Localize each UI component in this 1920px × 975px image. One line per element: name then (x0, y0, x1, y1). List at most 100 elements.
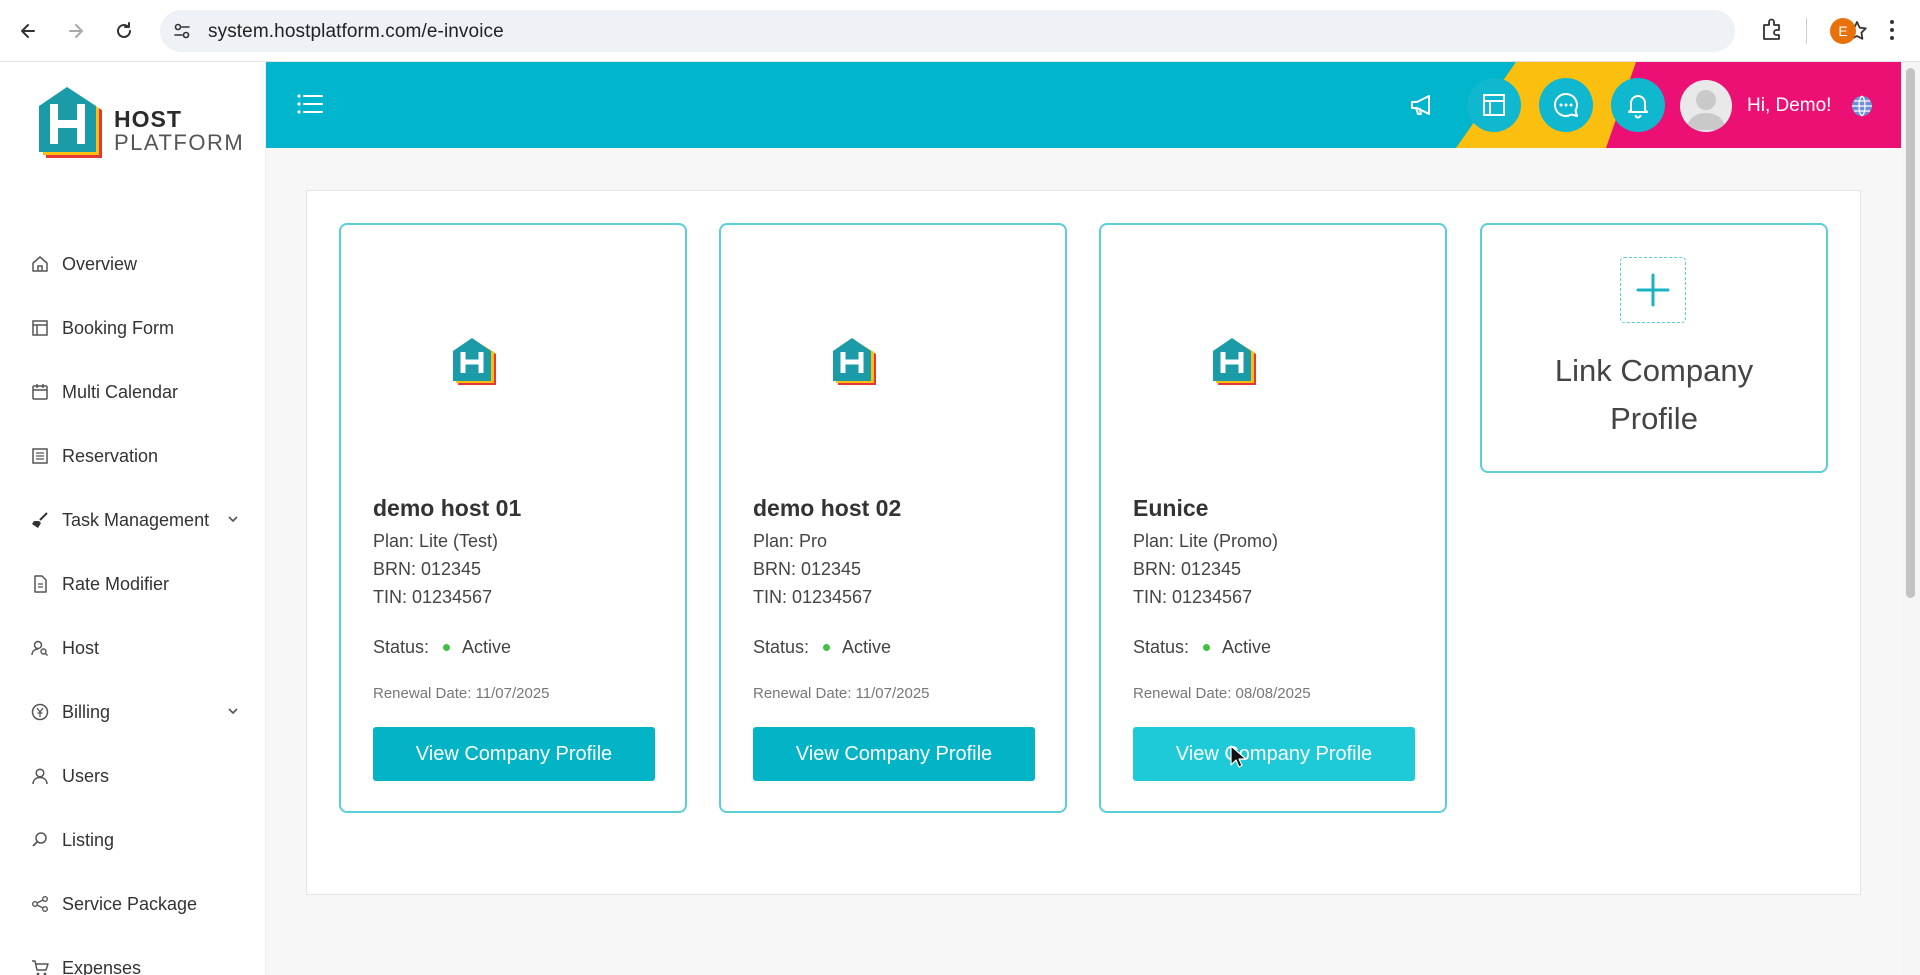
status-row: Status: Active (1133, 637, 1271, 658)
logo-mark-icon (39, 87, 102, 158)
company-name: demo host 02 (753, 495, 902, 521)
main-content: demo host 01 Plan: Lite (Test) BRN: 0123… (266, 148, 1901, 975)
host-platform-logo[interactable]: HOST PLATFORM (36, 86, 243, 164)
company-card: demo host 01 Plan: Lite (Test) BRN: 0123… (339, 223, 687, 813)
company-plan: Plan: Pro (753, 531, 828, 551)
add-company-button[interactable] (1620, 257, 1686, 323)
forward-icon[interactable] (60, 15, 92, 47)
link-company-profile-title: Link Company Profile (1482, 347, 1826, 443)
language-globe-icon[interactable] (1850, 94, 1874, 118)
notification-bell-icon[interactable] (1611, 78, 1665, 132)
company-plan: Plan: Lite (Promo) (1133, 531, 1279, 551)
logo-text-platform: PLATFORM (114, 130, 245, 155)
status-badge: Active (1222, 637, 1272, 657)
company-card: Eunice Plan: Lite (Promo) BRN: 012345 TI… (1099, 223, 1447, 813)
sidebar-item-label: Multi Calendar (62, 381, 179, 402)
company-tin: TIN: 01234567 (1133, 587, 1253, 607)
site-settings-icon[interactable] (172, 21, 192, 41)
sidebar-item-label: Expenses (62, 957, 142, 975)
sidebar-item-label: Listing (62, 829, 115, 850)
sidebar-item-listing[interactable]: Listing (0, 808, 266, 872)
renewal-date: Renewal Date: 11/07/2025 (753, 685, 930, 702)
cart-icon (30, 958, 50, 975)
avatar[interactable] (1680, 80, 1732, 132)
company-card: demo host 02 Plan: Pro BRN: 012345 TIN: … (719, 223, 1067, 813)
chevron-down-icon[interactable] (226, 704, 240, 718)
layout-icon (30, 318, 50, 338)
document-icon (30, 574, 50, 594)
address-bar[interactable]: system.hostplatform.com/e-invoice (160, 10, 1867, 52)
announcement-icon[interactable] (1395, 78, 1449, 132)
list-icon (30, 446, 50, 466)
company-brn: BRN: 012345 (753, 559, 862, 579)
menu-toggle-icon[interactable] (296, 92, 324, 116)
status-badge: Active (462, 637, 512, 657)
status-badge: Active (842, 637, 892, 657)
company-tin: TIN: 01234567 (373, 587, 493, 607)
logo-text-host: HOST (114, 106, 182, 132)
sidebar-item-label: Task Management (62, 509, 210, 530)
home-icon (30, 254, 50, 274)
sidebar-item-host[interactable]: Host (0, 616, 266, 680)
scrollbar-thumb[interactable] (1906, 68, 1915, 598)
sidebar-item-label: Billing (62, 701, 111, 722)
sidebar-nav: Overview Booking Form Multi Calendar Res… (0, 232, 266, 975)
sidebar: HOST PLATFORM Overview Booking Form Mult… (0, 62, 266, 975)
status-label: Status: (373, 637, 430, 657)
status-dot (443, 644, 451, 651)
extensions-icon[interactable] (1758, 16, 1786, 44)
view-company-profile-button[interactable]: View Company Profile (1133, 727, 1415, 781)
booking-layout-icon[interactable] (1467, 78, 1521, 132)
status-dot (823, 644, 831, 651)
link-title-line2: Profile (1610, 401, 1698, 436)
search-icon (30, 830, 50, 850)
company-name: Eunice (1133, 495, 1209, 521)
status-label: Status: (753, 637, 810, 657)
sidebar-item-label: Rate Modifier (62, 573, 170, 594)
view-company-profile-button[interactable]: View Company Profile (373, 727, 655, 781)
sidebar-item-label: Host (62, 637, 100, 658)
browser-toolbar: system.hostplatform.com/e-invoice E (0, 0, 1920, 62)
broom-icon (30, 510, 50, 530)
sidebar-item-users[interactable]: Users (0, 744, 266, 808)
company-tin: TIN: 01234567 (753, 587, 873, 607)
company-brn: BRN: 012345 (1133, 559, 1242, 579)
sidebar-item-booking-form[interactable]: Booking Form (0, 296, 266, 360)
browser-menu-icon[interactable] (1880, 16, 1904, 44)
browser-profile-avatar[interactable]: E (1830, 18, 1856, 44)
sidebar-item-rate-modifier[interactable]: Rate Modifier (0, 552, 266, 616)
view-company-profile-button[interactable]: View Company Profile (753, 727, 1035, 781)
chevron-down-icon[interactable] (226, 512, 240, 526)
status-dot (1203, 644, 1211, 651)
link-company-profile-card[interactable]: Link Company Profile (1480, 223, 1828, 473)
sidebar-item-label: Overview (62, 253, 138, 274)
page-scrollbar[interactable] (1901, 62, 1920, 975)
company-profiles-panel: demo host 01 Plan: Lite (Test) BRN: 0123… (306, 190, 1861, 895)
sidebar-item-expenses[interactable]: Expenses (0, 936, 266, 975)
share-icon (30, 894, 50, 914)
user-icon (30, 766, 50, 786)
sidebar-item-label: Booking Form (62, 317, 175, 338)
status-label: Status: (1133, 637, 1190, 657)
back-icon[interactable] (12, 15, 44, 47)
sidebar-item-billing[interactable]: Billing (0, 680, 266, 744)
sidebar-item-task-management[interactable]: Task Management (0, 488, 266, 552)
renewal-date: Renewal Date: 11/07/2025 (373, 685, 550, 702)
chat-icon[interactable] (1539, 78, 1593, 132)
link-title-line1: Link Company (1554, 353, 1754, 388)
app-header: Hi, Demo! (266, 62, 1901, 148)
sidebar-item-overview[interactable]: Overview (0, 232, 266, 296)
reload-icon[interactable] (108, 15, 140, 47)
sidebar-item-label: Reservation (62, 445, 159, 466)
status-row: Status: Active (373, 637, 511, 658)
sidebar-item-multi-calendar[interactable]: Multi Calendar (0, 360, 266, 424)
company-brn: BRN: 012345 (373, 559, 482, 579)
url-text: system.hostplatform.com/e-invoice (208, 21, 504, 42)
sidebar-item-reservation[interactable]: Reservation (0, 424, 266, 488)
user-greeting[interactable]: Hi, Demo! (1747, 95, 1831, 117)
currency-icon (30, 702, 50, 722)
company-logo-icon (1213, 338, 1256, 385)
sidebar-item-label: Service Package (62, 893, 198, 914)
sidebar-item-service-package[interactable]: Service Package (0, 872, 266, 936)
sidebar-item-label: Users (62, 765, 110, 786)
